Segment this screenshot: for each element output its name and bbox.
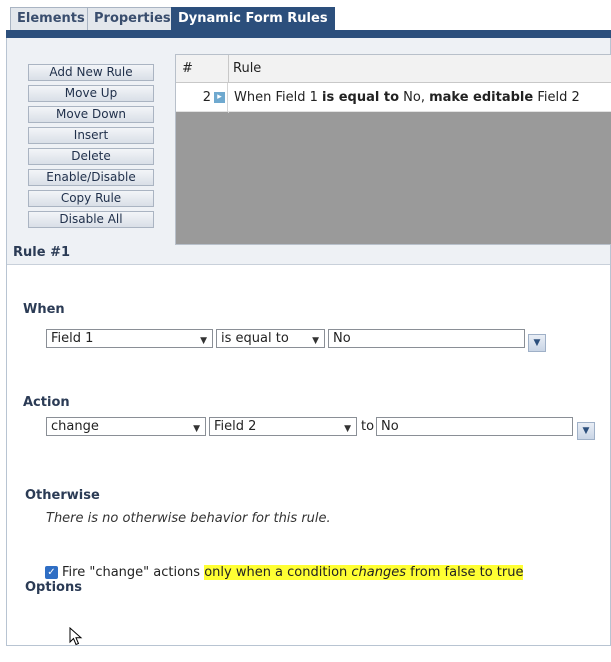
when-operator-value: is equal to	[221, 331, 289, 346]
delete-button[interactable]: Delete	[28, 148, 154, 165]
action-value-dropdown-button[interactable]: ▼	[577, 422, 595, 440]
tab-bar: Elements Properties Dynamic Form Rules	[0, 0, 611, 38]
column-header-number[interactable]: #	[182, 61, 193, 76]
insert-button[interactable]: Insert	[28, 127, 154, 144]
rule-segment: When Field 1	[234, 90, 323, 105]
tab-dynamic-form-rules[interactable]: Dynamic Form Rules	[171, 7, 335, 32]
rules-toolbar-panel: Add New Rule Move Up Move Down Insert De…	[7, 38, 611, 265]
option-text-highlight-2: from false to true	[406, 565, 524, 580]
rules-frame: Add New Rule Move Up Move Down Insert De…	[6, 38, 611, 646]
rule-segment: Field 2	[533, 90, 580, 105]
rule-text: When Field 1 is equal to No, make editab…	[234, 83, 580, 112]
action-target-value: Field 2	[214, 419, 257, 434]
chevron-down-icon: ▼	[312, 336, 319, 346]
rule-segment: No,	[399, 90, 430, 105]
fire-on-change-checkbox[interactable]: ✓	[45, 566, 58, 579]
tab-elements[interactable]: Elements	[10, 7, 92, 31]
when-title: When	[23, 302, 65, 317]
when-value-dropdown-button[interactable]: ▼	[528, 334, 546, 352]
otherwise-title: Otherwise	[25, 488, 100, 503]
rule-keyword: is equal to	[322, 90, 400, 105]
action-title: Action	[23, 395, 70, 410]
options-title: Options	[25, 580, 82, 595]
column-separator	[228, 55, 229, 83]
option-text-plain: Fire "change" actions	[62, 565, 205, 580]
when-field-select[interactable]: Field 1 ▼	[46, 329, 213, 348]
action-target-select[interactable]: Field 2 ▼	[209, 417, 357, 436]
action-value-input[interactable]: No	[376, 417, 573, 436]
to-label: to	[361, 419, 375, 434]
enable-disable-button[interactable]: Enable/Disable	[28, 169, 154, 186]
fire-on-change-label: Fire "change" actions only when a condit…	[62, 565, 524, 580]
rule-keyword: make editable	[429, 90, 534, 105]
tab-properties[interactable]: Properties	[87, 7, 178, 31]
move-up-button[interactable]: Move Up	[28, 85, 154, 102]
option-text-emphasis: changes	[351, 565, 407, 580]
chevron-down-icon: ▼	[344, 424, 351, 434]
grid-header: # Rule	[176, 55, 611, 83]
rule-detail-title: Rule #1	[13, 245, 71, 260]
tab-underline	[6, 30, 611, 38]
column-header-rule[interactable]: Rule	[233, 61, 261, 76]
action-verb-value: change	[51, 419, 99, 434]
disable-all-button[interactable]: Disable All	[28, 211, 154, 228]
divider	[7, 264, 610, 265]
expand-arrow-icon[interactable]: ▸	[214, 92, 225, 103]
add-new-rule-button[interactable]: Add New Rule	[28, 64, 154, 81]
when-value-input[interactable]: No	[328, 329, 525, 348]
when-operator-select[interactable]: is equal to ▼	[216, 329, 325, 348]
table-row[interactable]: 2 ▸ When Field 1 is equal to No, make ed…	[176, 83, 611, 112]
option-text-highlight: only when a condition changes from false…	[204, 565, 524, 580]
rule-button-column: Add New Rule Move Up Move Down Insert De…	[28, 64, 154, 232]
when-field-value: Field 1	[51, 331, 94, 346]
move-down-button[interactable]: Move Down	[28, 106, 154, 123]
action-verb-select[interactable]: change ▼	[46, 417, 206, 436]
chevron-down-icon: ▼	[193, 424, 200, 434]
chevron-down-icon: ▼	[200, 336, 207, 346]
mouse-pointer-icon	[69, 627, 83, 646]
copy-rule-button[interactable]: Copy Rule	[28, 190, 154, 207]
option-text-highlight-1: only when a condition	[204, 565, 352, 580]
otherwise-text: There is no otherwise behavior for this …	[46, 511, 331, 526]
rules-grid: # Rule 1 ▸ When Field 1 is equal to No, …	[175, 54, 611, 245]
